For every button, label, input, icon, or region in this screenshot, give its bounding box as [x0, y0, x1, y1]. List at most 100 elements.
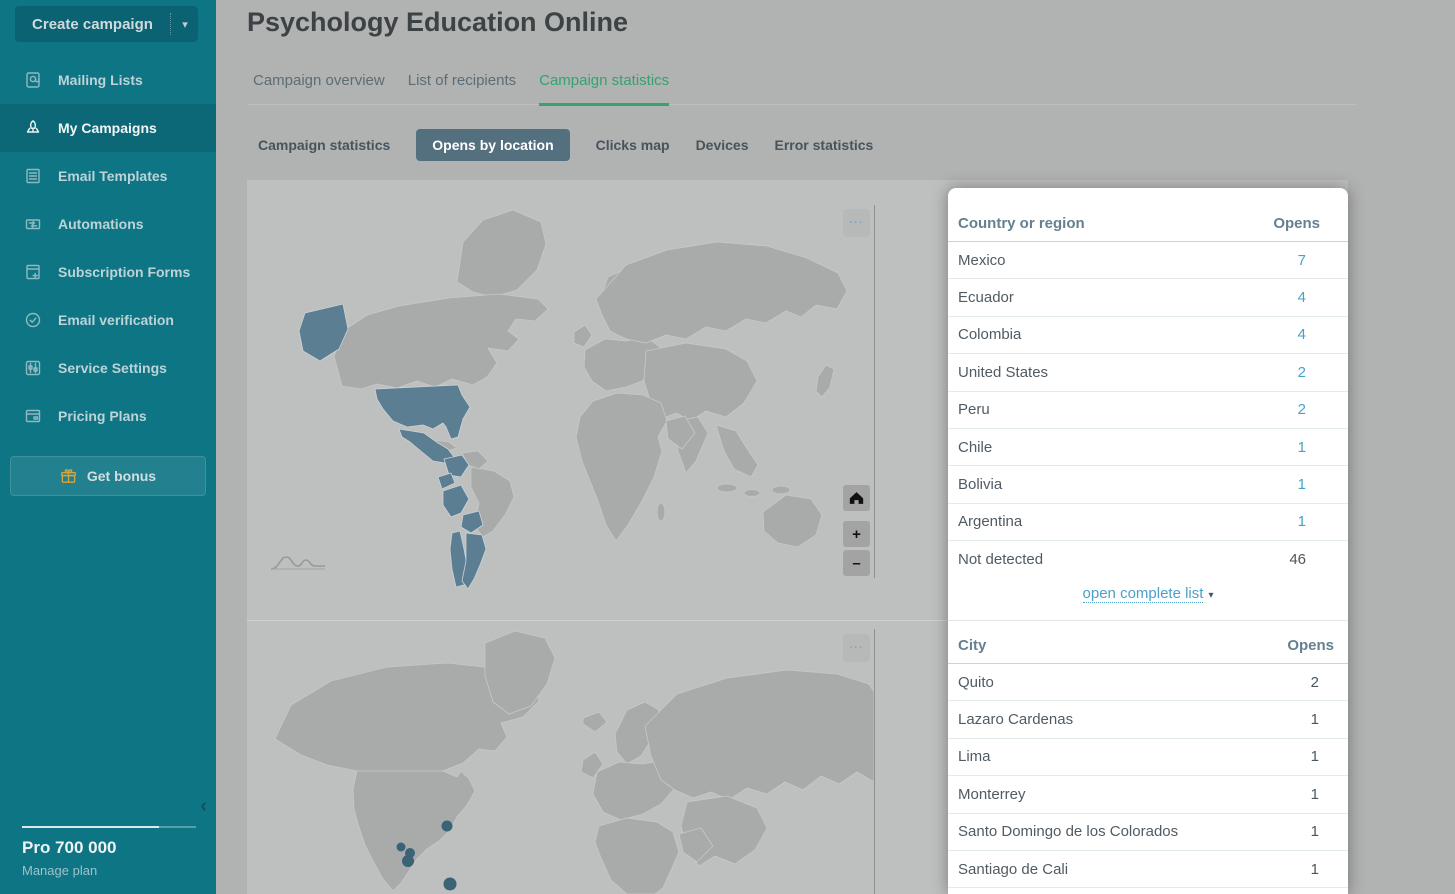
table-row: Bolivia 1 [948, 466, 1348, 503]
collapse-sidebar-icon[interactable]: ‹ [200, 795, 207, 818]
subtab-devices[interactable]: Devices [696, 137, 749, 153]
subtab-clicks-map[interactable]: Clicks map [596, 137, 670, 153]
page-title: Psychology Education Online [247, 7, 628, 38]
location-stats-panel: Country or region Opens Mexico 7 Ecuador… [948, 188, 1348, 894]
manage-plan-link[interactable]: Manage plan [22, 863, 97, 878]
map-home-button[interactable] [843, 485, 870, 511]
sidebar-item-label: Service Settings [58, 360, 167, 376]
city-opens-table: City Opens Quito 2 Lazaro Cardenas 1 Lim… [948, 628, 1348, 888]
get-bonus-label: Get bonus [87, 468, 156, 484]
table-row: Colombia 4 [948, 317, 1348, 354]
tab-list-of-recipients[interactable]: List of recipients [408, 60, 516, 104]
subtab-error-statistics[interactable]: Error statistics [775, 137, 874, 153]
opens-count-link[interactable]: 1 [1174, 513, 1348, 530]
sidebar-item-automations[interactable]: Automations [0, 200, 216, 248]
opens-count: 1 [1187, 823, 1348, 840]
sidebar-item-my-campaigns[interactable]: My Campaigns [0, 104, 216, 152]
country-name: Bolivia [948, 476, 1174, 493]
opens-count-link[interactable]: 2 [1174, 364, 1348, 381]
table-row: Quito 2 [948, 664, 1348, 701]
sidebar-item-service-settings[interactable]: Service Settings [0, 344, 216, 392]
map-export-menu-button[interactable]: ··· [843, 634, 870, 662]
statistics-subtabs: Campaign statistics Opens by location Cl… [258, 129, 873, 161]
country-column-header: Country or region [948, 215, 1188, 232]
chevron-down-icon[interactable]: ▾ [172, 18, 198, 31]
table-row: Lima 1 [948, 739, 1348, 776]
tab-campaign-statistics[interactable]: Campaign statistics [539, 60, 669, 104]
open-complete-list-link[interactable]: open complete list [1083, 585, 1204, 603]
opens-count: 1 [1187, 861, 1348, 878]
country-name: Mexico [948, 252, 1174, 269]
country-name: Ecuador [948, 289, 1174, 306]
opens-count-link[interactable]: 1 [1174, 476, 1348, 493]
city-name: Quito [948, 674, 1187, 691]
city-name: Lazaro Cardenas [948, 711, 1187, 728]
map-panel-divider [874, 205, 875, 578]
create-campaign-button[interactable]: Create campaign ▾ [15, 6, 198, 42]
mailing-lists-icon [24, 71, 42, 89]
email-verification-icon [24, 311, 42, 329]
opens-count: 46 [1174, 551, 1348, 568]
main-content: Psychology Education Online Campaign ove… [216, 0, 1455, 894]
sidebar: Create campaign ▾ Mailing Lists My Campa… [0, 0, 216, 894]
opens-count: 2 [1187, 674, 1348, 691]
city-name: Monterrey [948, 786, 1187, 803]
world-map-city-markers[interactable] [247, 621, 874, 894]
country-name: United States [948, 364, 1174, 381]
city-name: Lima [948, 748, 1187, 765]
country-name: Peru [948, 401, 1174, 418]
table-row: Chile 1 [948, 429, 1348, 466]
sidebar-item-mailing-lists[interactable]: Mailing Lists [0, 56, 216, 104]
table-row: Argentina 1 [948, 504, 1348, 541]
opens-count: 1 [1187, 711, 1348, 728]
sidebar-item-pricing-plans[interactable]: Pricing Plans [0, 392, 216, 440]
sidebar-item-subscription-forms[interactable]: Subscription Forms [0, 248, 216, 296]
country-name: Not detected [948, 551, 1174, 568]
sidebar-item-label: Email verification [58, 312, 174, 328]
country-name: Argentina [948, 513, 1174, 530]
get-bonus-button[interactable]: Get bonus [10, 456, 206, 496]
city-name: Santiago de Cali [948, 861, 1187, 878]
panel-section-divider [948, 620, 1348, 621]
table-row: United States 2 [948, 354, 1348, 391]
sidebar-nav: Mailing Lists My Campaigns Email Templat… [0, 56, 216, 440]
campaign-tabs: Campaign overview List of recipients Cam… [247, 60, 1357, 105]
opens-count-link[interactable]: 2 [1174, 401, 1348, 418]
table-row: Santiago de Cali 1 [948, 851, 1348, 888]
sidebar-item-label: My Campaigns [58, 120, 157, 136]
sidebar-item-email-templates[interactable]: Email Templates [0, 152, 216, 200]
opens-count-link[interactable]: 4 [1174, 289, 1348, 306]
map-zoom-out-button[interactable]: – [843, 550, 870, 576]
table-row: Santo Domingo de los Colorados 1 [948, 814, 1348, 851]
country-name: Chile [948, 439, 1174, 456]
table-header-row: City Opens [948, 628, 1348, 664]
opens-count-link[interactable]: 1 [1174, 439, 1348, 456]
tab-campaign-overview[interactable]: Campaign overview [253, 60, 385, 104]
opens-column-header: Opens [1188, 215, 1348, 232]
plan-usage-fill [22, 826, 159, 828]
table-row: Monterrey 1 [948, 776, 1348, 813]
world-map-opens-choropleth[interactable] [247, 180, 874, 620]
map-zoom-in-button[interactable]: + [843, 521, 870, 547]
table-row: Mexico 7 [948, 242, 1348, 279]
sidebar-item-label: Mailing Lists [58, 72, 143, 88]
sidebar-item-label: Pricing Plans [58, 408, 147, 424]
sidebar-item-label: Subscription Forms [58, 264, 190, 280]
opens-count: 1 [1187, 786, 1348, 803]
city-name: Santo Domingo de los Colorados [948, 823, 1187, 840]
automations-icon [24, 215, 42, 233]
email-templates-icon [24, 167, 42, 185]
service-settings-icon [24, 359, 42, 377]
subtab-campaign-statistics[interactable]: Campaign statistics [258, 137, 390, 153]
pricing-plans-icon [24, 407, 42, 425]
table-row: Lazaro Cardenas 1 [948, 701, 1348, 738]
chevron-down-icon[interactable]: ▾ [1208, 590, 1213, 601]
table-row: Ecuador 4 [948, 279, 1348, 316]
map-export-menu-button[interactable]: ··· [843, 209, 870, 237]
sidebar-item-email-verification[interactable]: Email verification [0, 296, 216, 344]
opens-count-link[interactable]: 7 [1174, 252, 1348, 269]
sidebar-item-label: Automations [58, 216, 144, 232]
opens-count-link[interactable]: 4 [1174, 326, 1348, 343]
amcharts-logo[interactable] [269, 550, 327, 574]
subtab-opens-by-location[interactable]: Opens by location [416, 129, 569, 161]
